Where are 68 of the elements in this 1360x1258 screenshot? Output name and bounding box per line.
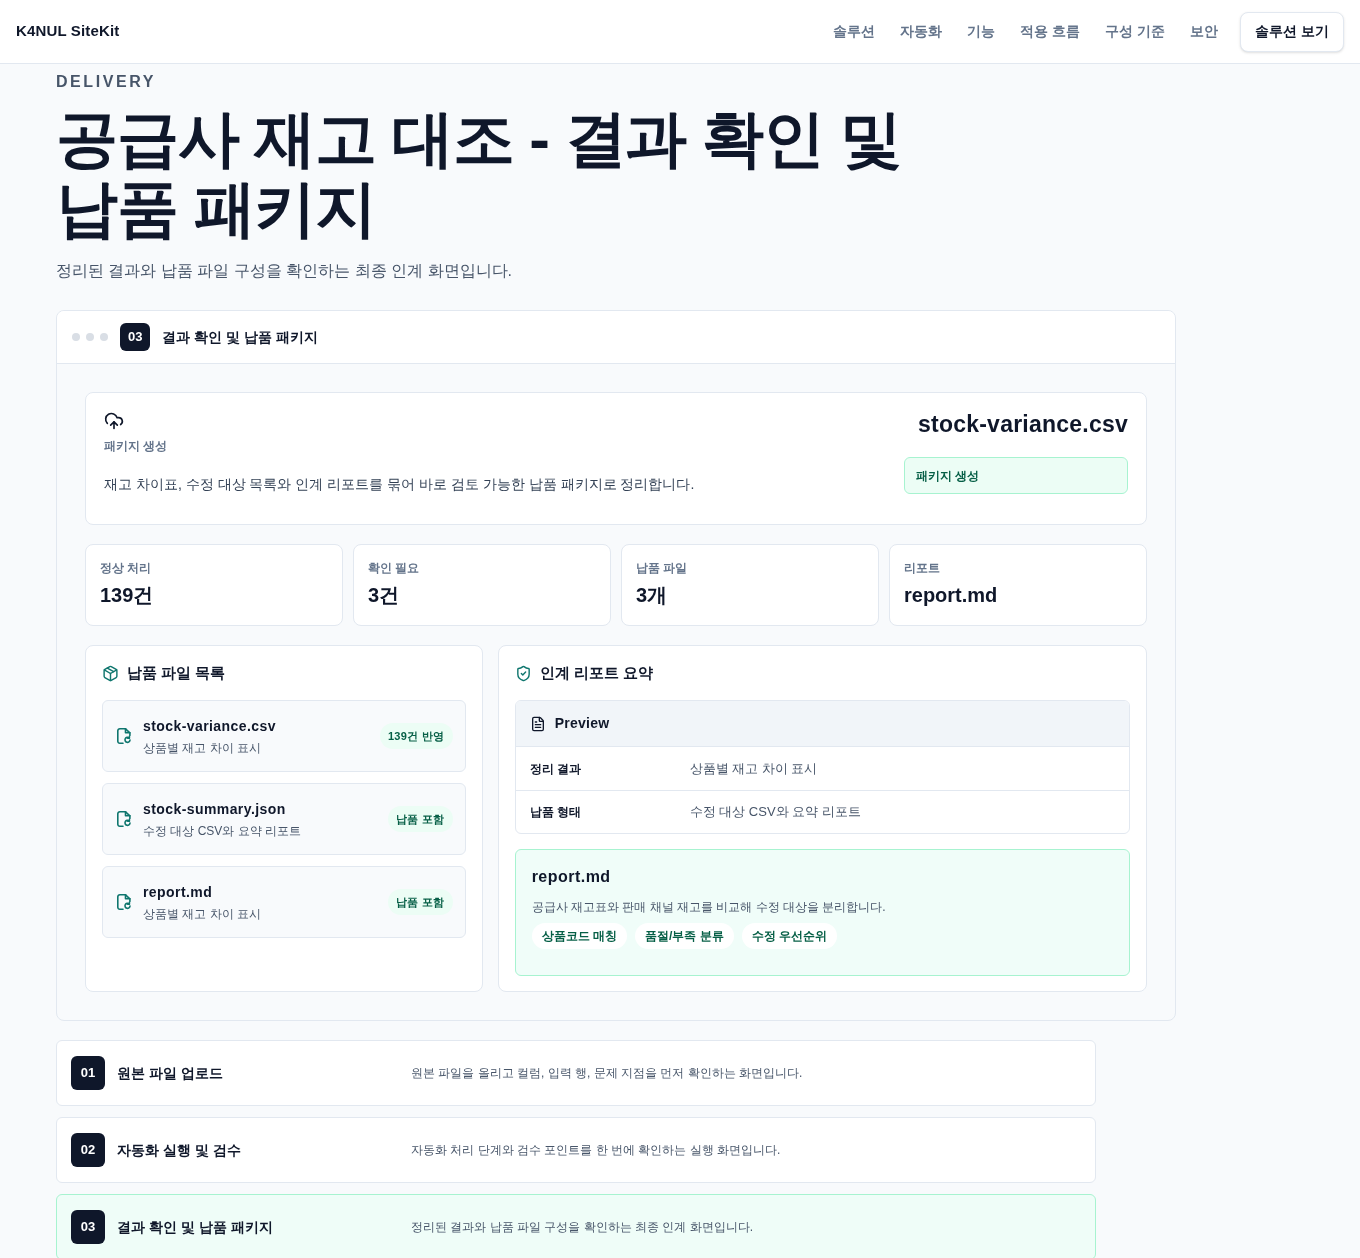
nav-link[interactable]: 자동화 [900, 21, 943, 42]
document-icon [529, 715, 546, 732]
step-description: 자동화 처리 단계와 검수 포인트를 한 번에 확인하는 실행 화면입니다. [411, 1142, 781, 1159]
step-number: 01 [71, 1056, 105, 1090]
file-badge: 납품 포함 [387, 806, 453, 832]
file-description: 상품별 재고 차이 표시 [143, 905, 261, 922]
page-title: 공급사 재고 대조 - 결과 확인 및 납품 패키지 [56, 104, 902, 244]
stat-value: 139건 [100, 583, 154, 608]
file-name: stock-summary.json [143, 799, 286, 818]
preview-title: Preview [554, 714, 610, 733]
preview-row-value: 수정 대상 CSV와 요약 리포트 [689, 803, 861, 822]
preview-row-label: 납품 형태 [529, 804, 582, 821]
step-row[interactable]: 01 원본 파일 업로드 원본 파일을 올리고 컬럼, 입력 행, 문제 지점을 먼저 확인하는 화면입니다. [56, 1040, 1096, 1106]
step-description: 원본 파일을 올리고 컬럼, 입력 행, 문제 지점을 먼저 확인하는 화면입니다. [411, 1065, 803, 1082]
page-subtitle: 정리된 결과와 납품 파일 구성을 확인하는 최종 인계 화면입니다. [56, 261, 512, 281]
preview-row-value: 상품별 재고 차이 표시 [689, 759, 818, 778]
stat-label: 정상 처리 [100, 560, 152, 576]
nav-link[interactable]: 보안 [1190, 21, 1219, 42]
solution-button[interactable]: 솔루션 보기 [1240, 11, 1344, 52]
cloud-upload-icon [104, 411, 124, 431]
stat-value: report.md [904, 583, 998, 608]
nav-link[interactable]: 솔루션 [833, 21, 876, 42]
nav-link[interactable]: 적용 흐름 [1020, 21, 1081, 42]
report-tag: 품절/부족 분류 [634, 923, 734, 949]
stat-label: 납품 파일 [636, 560, 688, 576]
step-number: 03 [120, 323, 151, 351]
file-description: 상품별 재고 차이 표시 [143, 739, 261, 756]
stat-label: 확인 필요 [368, 560, 420, 576]
nav-link[interactable]: 기능 [967, 21, 996, 42]
report-summary-title: 인계 리포트 요약 [539, 662, 653, 683]
panel-title: 결과 확인 및 납품 패키지 [162, 327, 319, 347]
stat-value: 3건 [368, 583, 400, 608]
report-name: report.md [531, 867, 611, 887]
package-description: 재고 차이표, 수정 대상 목록와 인계 리포트를 묶어 바로 검토 가능한 납품 패키지로 정리합니다. [104, 475, 695, 494]
file-item[interactable]: stock-variance.csv 상품별 재고 차이 표시 139건 반영 [102, 700, 466, 772]
step-title: 결과 확인 및 납품 패키지 [117, 1217, 274, 1237]
eyebrow: DELIVERY [56, 72, 156, 92]
file-badge: 납품 포함 [387, 889, 453, 915]
step-title: 원본 파일 업로드 [117, 1063, 224, 1083]
file-description: 수정 대상 CSV와 요약 리포트 [143, 822, 301, 839]
nav-link[interactable]: 구성 기준 [1105, 21, 1166, 42]
step-row[interactable]: 02 자동화 실행 및 검수 자동화 처리 단계와 검수 포인트를 한 번에 확인하는 실행 화면입니다. [56, 1117, 1096, 1183]
step-row[interactable]: 03 결과 확인 및 납품 패키지 정리된 결과와 납품 파일 구성을 확인하는 최종 인계 화면입니다. [56, 1194, 1096, 1258]
logo[interactable]: K4NUL SiteKit [16, 20, 120, 43]
file-list-title: 납품 파일 목록 [127, 662, 226, 683]
shield-check-icon [514, 664, 532, 682]
package-status: 패키지 생성 [904, 457, 1128, 494]
file-sync-icon [117, 728, 131, 744]
file-name: stock-variance.csv [143, 716, 276, 735]
stat-value: 3개 [636, 583, 668, 608]
file-sync-icon [117, 894, 131, 910]
report-tag: 수정 우선순위 [741, 923, 837, 949]
preview-row-label: 정리 결과 [529, 760, 582, 778]
file-sync-icon [117, 811, 131, 827]
file-item[interactable]: report.md 상품별 재고 차이 표시 납품 포함 [102, 866, 466, 938]
step-title: 자동화 실행 및 검수 [117, 1140, 242, 1160]
package-label: 패키지 생성 [104, 438, 168, 455]
file-item[interactable]: stock-summary.json 수정 대상 CSV와 요약 리포트 납품 포함 [102, 783, 466, 855]
report-description: 공급사 재고표와 판매 채널 재고를 비교해 수정 대상을 분리합니다. [531, 899, 886, 915]
step-number: 02 [71, 1133, 105, 1167]
package-file-name: stock-variance.csv [918, 410, 1128, 439]
file-badge: 139건 반영 [379, 723, 453, 749]
step-number: 03 [71, 1210, 105, 1244]
step-description: 정리된 결과와 납품 파일 구성을 확인하는 최종 인계 화면입니다. [411, 1219, 753, 1236]
package-icon [102, 664, 119, 682]
file-name: report.md [143, 882, 213, 901]
stat-label: 리포트 [904, 560, 940, 576]
report-tag: 상품코드 매칭 [531, 923, 627, 949]
